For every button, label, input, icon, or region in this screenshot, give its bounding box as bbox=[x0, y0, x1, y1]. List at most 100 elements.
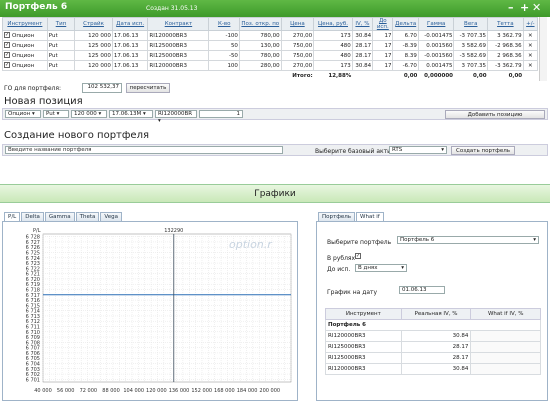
total-empty bbox=[523, 71, 537, 81]
x-tick-label: 184 000 bbox=[237, 388, 258, 394]
x-tick-label: 152 000 bbox=[191, 388, 212, 394]
tab-portfolio[interactable]: Портфель bbox=[318, 212, 356, 221]
column-header[interactable]: Дельта bbox=[392, 17, 419, 31]
tab-pl[interactable]: P/L bbox=[4, 212, 21, 221]
table-cell: 28.17 bbox=[351, 40, 374, 51]
table-cell: 173 bbox=[313, 60, 353, 71]
portfolio-select[interactable]: Портфель 6 ▾ bbox=[397, 236, 539, 244]
tab-gamma[interactable]: Gamma bbox=[44, 212, 75, 221]
iv-whatif-input[interactable] bbox=[470, 341, 541, 353]
table-cell: 17 bbox=[372, 50, 394, 61]
tab-vega[interactable]: Vega bbox=[100, 212, 122, 221]
table-row[interactable]: ✓ Опцион Put 120 000 17.06.13 RI120000BR3 -100… bbox=[2, 30, 539, 41]
table-scrollbar[interactable] bbox=[539, 17, 547, 81]
add-icon[interactable]: + bbox=[520, 1, 529, 14]
what-if-panel: Выберите портфель Портфель 6 ▾ В рублях ✓… bbox=[316, 221, 548, 401]
table-cell: 125 000 bbox=[74, 40, 113, 51]
x-tick-label: 40 000 bbox=[34, 388, 52, 394]
table-row[interactable]: ✓ Опцион Put 125 000 17.06.13 RI125000BR3 50 13… bbox=[2, 40, 539, 51]
x-tick-label: 72 000 bbox=[80, 388, 98, 394]
table-row[interactable]: ✓ Опцион Put 125 000 17.06.13 RI125000BR3 -50 7… bbox=[2, 50, 539, 61]
column-header[interactable]: Инструмент bbox=[2, 17, 48, 31]
column-header[interactable]: Страйк bbox=[74, 17, 113, 31]
strike-select[interactable]: 120 000 ▾ bbox=[71, 110, 107, 118]
table-cell: RI120000BR3 bbox=[147, 60, 210, 71]
quantity-input[interactable]: 1 bbox=[199, 110, 243, 118]
totals-row: Итого: 12,88% 0,00 0,000000 0,00 0,00 bbox=[3, 71, 538, 81]
portfolio-name-input[interactable]: Введите название портфеля bbox=[5, 146, 283, 154]
table-cell: 30.84 bbox=[351, 60, 374, 71]
close-icon[interactable]: ✕ bbox=[532, 1, 541, 14]
table-cell: 780,00 bbox=[238, 30, 282, 41]
table-cell: -8.39 bbox=[392, 40, 419, 51]
column-header[interactable]: Цена, руб. bbox=[313, 17, 353, 31]
delete-row-icon[interactable]: ✕ bbox=[522, 40, 539, 51]
column-header[interactable]: К-во bbox=[208, 17, 240, 31]
contract-select[interactable]: RI120000BR ▾ bbox=[155, 110, 197, 124]
row-checkbox[interactable]: ✓ bbox=[4, 52, 10, 59]
base-asset-select[interactable]: RTS ▾ bbox=[389, 146, 447, 154]
iv-header-real: Реальная IV, % bbox=[400, 308, 472, 320]
table-cell: -0.001560 bbox=[417, 50, 455, 61]
table-cell: 270,00 bbox=[280, 60, 315, 71]
row-checkbox[interactable]: ✓ bbox=[4, 42, 10, 49]
iv-whatif-input[interactable] bbox=[470, 330, 541, 342]
total-empty bbox=[239, 71, 281, 81]
column-header[interactable]: Тетта bbox=[487, 17, 524, 31]
charts-header: Графики bbox=[0, 184, 550, 203]
iv-whatif-input[interactable] bbox=[470, 352, 541, 364]
instrument-select[interactable]: Опцион ▾ bbox=[5, 110, 41, 118]
tab-what-if[interactable]: What if bbox=[356, 212, 384, 221]
iv-row: RI125000BR3 28.17 bbox=[325, 352, 541, 364]
new-portfolio-title: Создание нового портфеля bbox=[4, 130, 149, 141]
rub-checkbox[interactable]: ✓ bbox=[355, 253, 361, 259]
total-empty bbox=[75, 71, 113, 81]
add-position-button[interactable]: Добавить позицию bbox=[445, 110, 545, 119]
total-empty bbox=[209, 71, 240, 81]
tab-theta[interactable]: Theta bbox=[75, 212, 100, 221]
new-position-title: Новая позиция bbox=[4, 96, 83, 107]
delete-row-icon[interactable]: ✕ bbox=[522, 50, 539, 61]
x-tick-label: 120 000 bbox=[146, 388, 167, 394]
recalc-button[interactable]: пересчитать bbox=[126, 83, 170, 93]
column-header[interactable]: Вега bbox=[453, 17, 489, 31]
table-row[interactable]: ✓ Опцион Put 120 000 17.06.13 RI120000BR3 100 2… bbox=[2, 60, 539, 71]
table-cell: 750,00 bbox=[280, 50, 315, 61]
type-select[interactable]: Put ▾ bbox=[43, 110, 69, 118]
expiry-select[interactable]: В днях ▾ bbox=[355, 264, 407, 272]
new-portfolio-bar: Введите название портфеля Выберите базов… bbox=[2, 144, 548, 156]
column-header[interactable]: Поз. откр. по bbox=[238, 17, 282, 31]
table-cell: 3 707.35 bbox=[453, 60, 489, 71]
table-cell: 750,00 bbox=[280, 40, 315, 51]
column-header[interactable]: До исп. bbox=[372, 17, 394, 31]
table-cell: ✓ Опцион bbox=[2, 40, 48, 51]
total-empty bbox=[352, 71, 372, 81]
column-header[interactable]: Контракт bbox=[147, 17, 210, 31]
row-checkbox[interactable]: ✓ bbox=[4, 62, 10, 69]
delete-row-icon[interactable]: ✕ bbox=[522, 60, 539, 71]
date-select[interactable]: 17.06.13M ▾ bbox=[109, 110, 153, 118]
go-label: ГО для портфеля: bbox=[4, 85, 61, 92]
minimize-icon[interactable]: – bbox=[508, 1, 514, 14]
column-header[interactable]: Гамма bbox=[417, 17, 455, 31]
pl-chart[interactable]: 6 7286 7276 7266 7256 7246 7236 7226 721… bbox=[3, 222, 297, 400]
column-header[interactable]: IV, % bbox=[351, 17, 374, 31]
table-cell: 17.06.13 bbox=[111, 50, 149, 61]
iv-whatif-input[interactable] bbox=[470, 363, 541, 375]
column-header[interactable]: Тип bbox=[46, 17, 76, 31]
create-portfolio-button[interactable]: Создать портфель bbox=[451, 146, 515, 155]
row-checkbox[interactable]: ✓ bbox=[4, 32, 10, 39]
expiry-label: До исп. bbox=[327, 266, 351, 273]
table-cell: -3 362.79 bbox=[487, 60, 524, 71]
table-cell: RI120000BR3 bbox=[147, 30, 210, 41]
table-cell: RI125000BR3 bbox=[147, 40, 210, 51]
tab-delta[interactable]: Delta bbox=[21, 212, 44, 221]
table-cell: 17.06.13 bbox=[111, 30, 149, 41]
date-input[interactable]: 01.06.13 bbox=[399, 286, 445, 294]
table-cell: 17 bbox=[372, 40, 394, 51]
x-tick-label: 104 000 bbox=[123, 388, 144, 394]
delete-row-icon[interactable]: ✕ bbox=[522, 30, 539, 41]
column-header[interactable]: +/- bbox=[522, 17, 539, 31]
column-header[interactable]: Дата исп. bbox=[111, 17, 149, 31]
column-header[interactable]: Цена bbox=[280, 17, 315, 31]
